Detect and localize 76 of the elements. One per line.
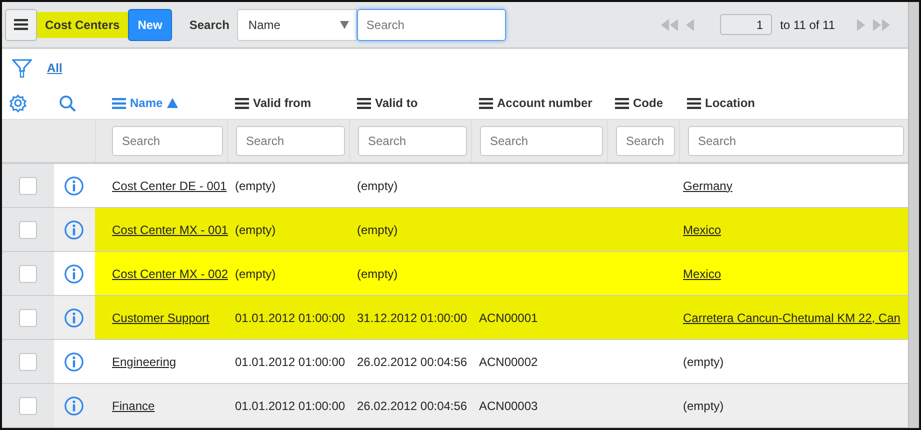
checkbox[interactable] — [19, 220, 37, 238]
record-link[interactable]: Cost Center MX - 001 — [112, 222, 228, 236]
checkbox[interactable] — [19, 352, 37, 370]
table-cell: 01.01.2012 01:00:00 — [235, 398, 346, 412]
table-cell: 01.01.2012 01:00:00 — [235, 310, 346, 324]
info-icon[interactable] — [64, 308, 84, 328]
column-search-field[interactable]: Search — [112, 126, 223, 156]
checkbox[interactable] — [19, 308, 37, 326]
caret-icon — [340, 20, 350, 28]
previous-page-icon[interactable] — [686, 18, 694, 30]
filter-icon[interactable] — [12, 58, 32, 78]
search-label: Search — [189, 18, 230, 32]
page-range: to 11 of 11 — [780, 18, 835, 32]
column-search-field[interactable]: Search — [616, 126, 675, 156]
info-icon[interactable] — [64, 220, 84, 240]
record-link[interactable]: Cost Center DE - 001 — [112, 178, 227, 192]
menu-icon — [687, 96, 701, 110]
column-header[interactable]: Valid to — [349, 96, 471, 110]
column-header[interactable]: Valid from — [227, 96, 349, 110]
table-cell: ACN00001 — [479, 310, 538, 324]
column-header[interactable]: Code — [607, 96, 679, 110]
location-link[interactable]: Mexico — [683, 266, 722, 280]
table-cell: ACN00002 — [479, 354, 538, 368]
table-cell: ACN00003 — [479, 398, 538, 412]
table-cell: 26.02.2012 00:04:56 — [357, 354, 468, 368]
info-icon[interactable] — [64, 396, 84, 416]
checkbox[interactable] — [19, 176, 37, 194]
menu-icon — [615, 96, 629, 110]
table-cell: (empty) — [357, 178, 398, 192]
info-icon[interactable] — [64, 264, 84, 284]
menu-icon — [235, 96, 249, 110]
table-cell: (empty) — [683, 354, 724, 368]
menu-icon — [479, 96, 493, 110]
location-link[interactable]: Mexico — [683, 222, 722, 236]
scrollbar[interactable] — [908, 2, 919, 428]
column-search-field[interactable]: Search — [480, 126, 603, 156]
menu-button[interactable] — [5, 8, 37, 40]
last-page-icon[interactable] — [873, 18, 890, 30]
sort-ascending-icon — [166, 98, 178, 108]
settings-icon[interactable] — [9, 94, 27, 112]
table-cell: (empty) — [235, 178, 276, 192]
table-cell: (empty) — [235, 266, 276, 280]
record-link[interactable]: Engineering — [112, 354, 176, 368]
menu-icon — [357, 96, 371, 110]
table-cell: (empty) — [357, 222, 398, 236]
location-link[interactable]: Carretera Cancun-Chetumal KM 22, Can — [683, 310, 900, 324]
table-cell: 26.02.2012 00:04:56 — [357, 398, 468, 412]
next-page-icon[interactable] — [857, 18, 865, 30]
search-input[interactable]: Search — [357, 8, 506, 40]
table-cell: 01.01.2012 01:00:00 — [235, 354, 346, 368]
record-link[interactable]: Cost Center MX - 002 — [112, 266, 228, 280]
search-icon[interactable] — [59, 94, 76, 112]
checkbox[interactable] — [19, 396, 37, 414]
column-header[interactable]: Location — [679, 96, 908, 110]
column-search-field[interactable]: Search — [236, 126, 345, 156]
search-field-dropdown[interactable]: Name — [237, 8, 358, 40]
column-search-field[interactable]: Search — [688, 126, 904, 156]
menu-icon — [112, 96, 126, 110]
checkbox[interactable] — [19, 264, 37, 282]
table-cell: (empty) — [683, 398, 724, 412]
table-cell: (empty) — [357, 266, 398, 280]
column-header[interactable]: Name — [95, 96, 227, 110]
record-link[interactable]: Finance — [112, 398, 155, 412]
table-cell: 31.12.2012 01:00:00 — [357, 310, 468, 324]
page-input[interactable]: 1 — [720, 14, 772, 35]
column-header[interactable]: Account number — [471, 96, 607, 110]
record-link[interactable]: Customer Support — [112, 310, 210, 324]
list-title: Cost Centers — [37, 12, 128, 38]
all-link[interactable]: All — [47, 61, 62, 75]
menu-icon — [14, 18, 28, 31]
first-page-icon[interactable] — [661, 18, 678, 30]
info-icon[interactable] — [64, 176, 84, 196]
column-search-field[interactable]: Search — [358, 126, 467, 156]
location-link[interactable]: Germany — [683, 178, 732, 192]
info-icon[interactable] — [64, 352, 84, 372]
table-cell: (empty) — [235, 222, 276, 236]
